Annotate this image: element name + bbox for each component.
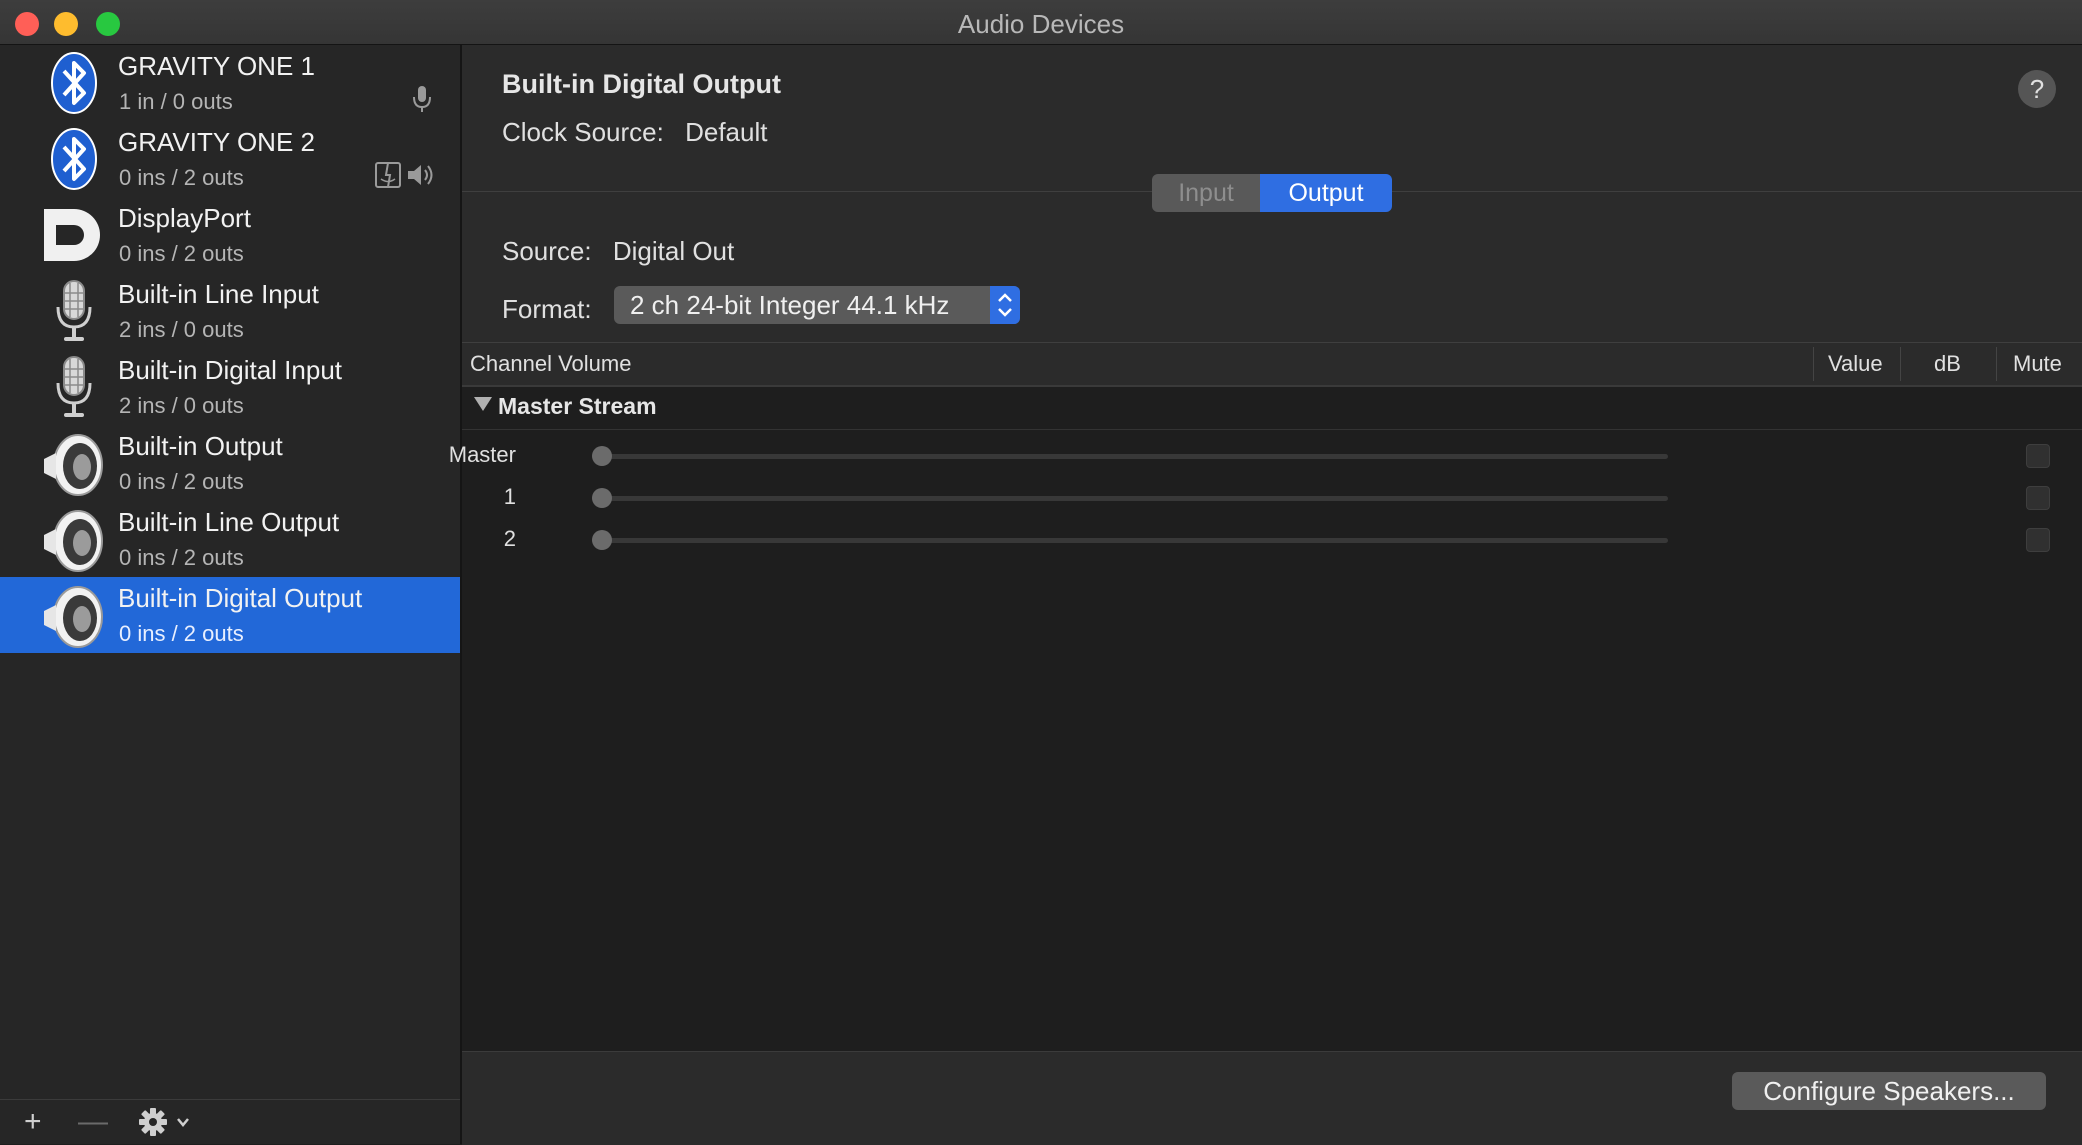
format-label: Format:: [502, 294, 592, 324]
clock-source: Clock Source: Default: [502, 117, 767, 148]
device-header: Built-in Digital Output Clock Source: De…: [462, 45, 2082, 191]
volume-slider[interactable]: [592, 496, 1668, 501]
device-io-count: 0 ins / 2 outs: [119, 621, 244, 646]
volume-slider-knob[interactable]: [592, 446, 612, 466]
column-channel-volume: Channel Volume: [470, 351, 632, 376]
mute-checkbox[interactable]: [2026, 444, 2050, 468]
device-io-count: 2 ins / 0 outs: [119, 317, 244, 342]
device-io-count: 0 ins / 2 outs: [119, 241, 244, 266]
volume-slider[interactable]: [592, 454, 1668, 459]
device-row[interactable]: Built-in Line Input 2 ins / 0 outs: [0, 273, 460, 349]
stream-label: Master Stream: [498, 393, 657, 419]
channel-table-header: Channel Volume Value dB Mute: [462, 342, 2082, 387]
volume-slider-knob[interactable]: [592, 530, 612, 550]
speaker-small-icon: [406, 161, 436, 189]
source-label: Source:: [502, 236, 592, 266]
source-value: Digital Out: [612, 236, 735, 266]
microphone-icon: [40, 353, 108, 421]
select-arrows-icon: [990, 286, 1020, 324]
tab-input[interactable]: Input: [1152, 174, 1260, 212]
title-bar: Audio Devices: [0, 0, 2082, 45]
channel-label: Master: [448, 442, 516, 467]
source-field: Source: Digital Out: [502, 236, 734, 267]
finder-icon: [374, 161, 402, 189]
device-name: GRAVITY ONE 1: [118, 51, 315, 81]
speaker-icon: [40, 581, 108, 649]
device-io-count: 0 ins / 2 outs: [119, 165, 244, 190]
speaker-icon: [40, 429, 108, 497]
master-stream-row[interactable]: Master Stream: [462, 387, 2082, 430]
device-name: DisplayPort: [118, 203, 251, 233]
device-row[interactable]: Built-in Output 0 ins / 2 outs: [0, 425, 460, 501]
mute-checkbox[interactable]: [2026, 528, 2050, 552]
column-db: dB: [1934, 351, 1961, 376]
channel-row: 2: [462, 520, 2082, 560]
bluetooth-icon: [40, 125, 108, 193]
help-button[interactable]: ?: [2018, 70, 2056, 108]
device-row[interactable]: Built-in Digital Input 2 ins / 0 outs: [0, 349, 460, 425]
clock-source-value[interactable]: Default: [685, 117, 767, 147]
device-sidebar: GRAVITY ONE 1 1 in / 0 outs GRAVITY ONE 2 0…: [0, 45, 462, 1144]
clock-source-label: Clock Source:: [502, 117, 664, 147]
sidebar-toolbar: + —: [0, 1099, 460, 1144]
displayport-icon: [40, 201, 108, 269]
mute-checkbox[interactable]: [2026, 486, 2050, 510]
device-detail-panel: Built-in Digital Output Clock Source: De…: [449, 45, 2082, 1145]
device-name: Built-in Output: [118, 431, 283, 461]
column-value: Value: [1828, 351, 1883, 376]
channel-label: 2: [503, 526, 516, 551]
microphone-icon: [412, 85, 432, 113]
window-title: Audio Devices: [957, 9, 1125, 39]
configure-speakers-button[interactable]: Configure Speakers...: [1732, 1072, 2046, 1110]
tab-output[interactable]: Output: [1260, 174, 1392, 212]
gear-icon: [139, 1108, 189, 1136]
device-io-count: 2 ins / 0 outs: [119, 393, 244, 418]
device-row[interactable]: DisplayPort 0 ins / 2 outs: [0, 197, 460, 273]
stream-settings: Input Output Source: Digital Out Format:…: [462, 174, 2082, 342]
device-io-count: 1 in / 0 outs: [119, 89, 233, 114]
column-mute: Mute: [2013, 351, 2062, 376]
device-row[interactable]: Built-in Line Output 0 ins / 2 outs: [0, 501, 460, 577]
device-list: GRAVITY ONE 1 1 in / 0 outs GRAVITY ONE 2 0…: [0, 45, 460, 653]
format-value: 2 ch 24-bit Integer 44.1 kHz: [630, 290, 950, 320]
device-io-count: 0 ins / 2 outs: [119, 545, 244, 570]
disclosure-triangle-icon[interactable]: [474, 397, 492, 411]
bluetooth-icon: [40, 49, 108, 117]
device-row[interactable]: GRAVITY ONE 2 0 ins / 2 outs: [0, 121, 460, 197]
volume-slider[interactable]: [592, 538, 1668, 543]
add-device-button[interactable]: +: [24, 1106, 42, 1138]
format-select[interactable]: 2 ch 24-bit Integer 44.1 kHz: [614, 286, 1020, 324]
speaker-icon: [40, 505, 108, 573]
device-title: Built-in Digital Output: [502, 69, 781, 99]
bottom-bar: Configure Speakers...: [462, 1051, 2082, 1145]
channel-row: Master: [449, 436, 2082, 476]
volume-slider-knob[interactable]: [592, 488, 612, 508]
device-name: Built-in Digital Input: [118, 355, 342, 385]
microphone-icon: [40, 277, 108, 345]
device-name: Built-in Digital Output: [118, 583, 363, 613]
device-row[interactable]: Built-in Digital Output 0 ins / 2 outs: [0, 577, 460, 653]
remove-device-button[interactable]: —: [78, 1106, 108, 1138]
device-row[interactable]: GRAVITY ONE 1 1 in / 0 outs: [0, 45, 460, 121]
device-io-count: 0 ins / 2 outs: [119, 469, 244, 494]
channel-label: 1: [503, 484, 516, 509]
device-name: GRAVITY ONE 2: [118, 127, 315, 157]
device-name: Built-in Line Input: [118, 279, 319, 309]
device-name: Built-in Line Output: [118, 507, 340, 537]
channel-row: 1: [462, 478, 2082, 518]
gear-menu-button[interactable]: [138, 1107, 194, 1144]
input-output-segmented-control: Input Output: [1152, 174, 1392, 212]
